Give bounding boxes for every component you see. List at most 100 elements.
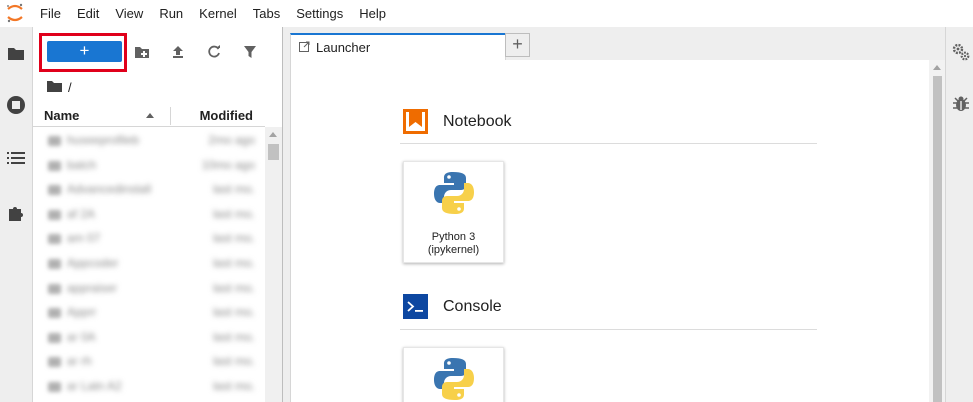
tab-bar: Launcher + [283,27,945,60]
list-item[interactable]: ar rh last mo. [33,349,265,374]
property-inspector-gears-icon[interactable] [951,42,971,62]
launcher-tab-icon [299,40,310,55]
menu-file[interactable]: File [30,0,69,27]
item-modified: 2mo ago [208,133,255,147]
item-modified: last mo. [212,305,255,320]
list-item[interactable]: appraiser last mo. [33,276,265,301]
list-item[interactable]: af 2A last mo. [33,202,265,227]
item-modified: last mo. [212,354,255,369]
breadcrumb: / [47,77,72,97]
card-label-line2: (ipykernel) [427,244,480,256]
menu-settings[interactable]: Settings [288,0,351,27]
python3-console-card[interactable] [403,347,504,402]
column-modified-header[interactable]: Modified [200,108,253,123]
menu-view[interactable]: View [107,0,151,27]
item-name: Appcoder [67,255,119,270]
new-launcher-button[interactable]: + [47,41,122,62]
file-list-header: Name Modified [33,105,265,127]
file-browser-panel: + / Name Modified huseeprofileb 2mo ago b… [33,27,283,402]
new-folder-icon[interactable] [131,41,153,63]
item-modified: last mo. [212,378,255,393]
folder-icon [48,381,61,392]
folder-icon [48,258,61,269]
item-name: ar Latn A2 [67,378,122,393]
list-item[interactable]: ar 0A last mo. [33,325,265,350]
card-label-line1: Python 3 [431,231,476,243]
folder-icon [48,160,61,171]
table-of-contents-icon[interactable] [5,147,27,169]
home-folder-icon[interactable] [47,80,62,95]
list-item[interactable]: Advancedinstall last mo. [33,177,265,202]
item-name: ar 0A [67,329,96,344]
notebook-icon [403,109,428,134]
item-name: Apprr [67,305,97,320]
debugger-bug-icon[interactable] [951,94,971,114]
file-browser-toolbar: + [33,27,283,72]
sort-ascending-icon [146,113,154,118]
item-modified: last mo. [212,182,255,197]
folder-icon [48,209,61,220]
item-name: am 07 [67,231,101,246]
item-modified: last mo. [212,280,255,295]
running-sessions-icon[interactable] [5,94,27,116]
section-divider [400,329,817,330]
tab-launcher[interactable]: Launcher [290,33,506,60]
refresh-icon[interactable] [203,41,225,63]
menu-help[interactable]: Help [351,0,394,27]
scroll-up-arrow-icon[interactable] [269,132,277,137]
menu-run[interactable]: Run [151,0,191,27]
folder-icon [48,234,61,245]
filter-icon[interactable] [239,41,261,63]
item-modified: last mo. [212,231,255,246]
menubar: File Edit View Run Kernel Tabs Settings … [0,0,973,27]
python-logo-icon [432,356,476,402]
column-name-header[interactable]: Name [44,108,79,123]
list-item[interactable]: Apprr last mo. [33,300,265,325]
folder-icon [48,136,61,146]
item-modified: last mo. [212,206,255,221]
tab-label: Launcher [316,40,371,55]
upload-icon[interactable] [167,41,189,63]
list-item[interactable]: ar Latn A2 last mo. [33,374,265,399]
scrollbar-thumb[interactable] [268,144,279,160]
item-name: appraiser [67,280,118,295]
python3-notebook-card[interactable]: Python 3 (ipykernel) [403,161,504,263]
list-item[interactable]: huseeprofileb 2mo ago [33,128,265,153]
item-modified: 10mo ago [201,157,255,172]
folder-icon [48,283,61,294]
item-modified: last mo. [212,255,255,270]
folder-icon [48,357,61,368]
column-divider[interactable] [170,107,171,125]
menu-edit[interactable]: Edit [69,0,107,27]
item-name: Advancedinstall [67,182,152,197]
item-name: af 2A [67,206,96,221]
left-sidebar [0,27,33,402]
python-logo-icon [432,170,476,219]
list-item[interactable]: am 07 last mo. [33,226,265,251]
item-modified: last mo. [212,329,255,344]
folder-icon[interactable] [5,42,27,64]
new-tab-button[interactable]: + [505,33,530,57]
breadcrumb-root[interactable]: / [68,80,72,95]
extensions-icon[interactable] [5,202,27,224]
item-name: huseeprofileb [67,133,140,147]
section-divider [400,143,817,144]
item-name: ar rh [67,354,92,369]
console-section-title: Console [443,298,502,315]
scroll-up-arrow-icon[interactable] [933,65,941,70]
launcher-scrollbar[interactable] [929,60,946,402]
list-item[interactable]: batch 10mo ago [33,153,265,178]
file-list: huseeprofileb 2mo ago batch 10mo ago Advan… [33,128,265,399]
item-name: batch [67,157,97,172]
list-item[interactable]: Appcoder last mo. [33,251,265,276]
file-list-scrollbar[interactable] [265,127,282,402]
console-icon [403,294,428,319]
folder-icon [48,332,61,343]
menu-tabs[interactable]: Tabs [245,0,288,27]
folder-icon [48,185,61,196]
launcher-panel: Notebook Python 3 (ipykernel) Console [290,60,946,402]
jupyter-logo-icon [0,0,30,27]
scrollbar-thumb[interactable] [933,76,942,402]
notebook-section-title: Notebook [443,113,512,130]
menu-kernel[interactable]: Kernel [191,0,245,27]
